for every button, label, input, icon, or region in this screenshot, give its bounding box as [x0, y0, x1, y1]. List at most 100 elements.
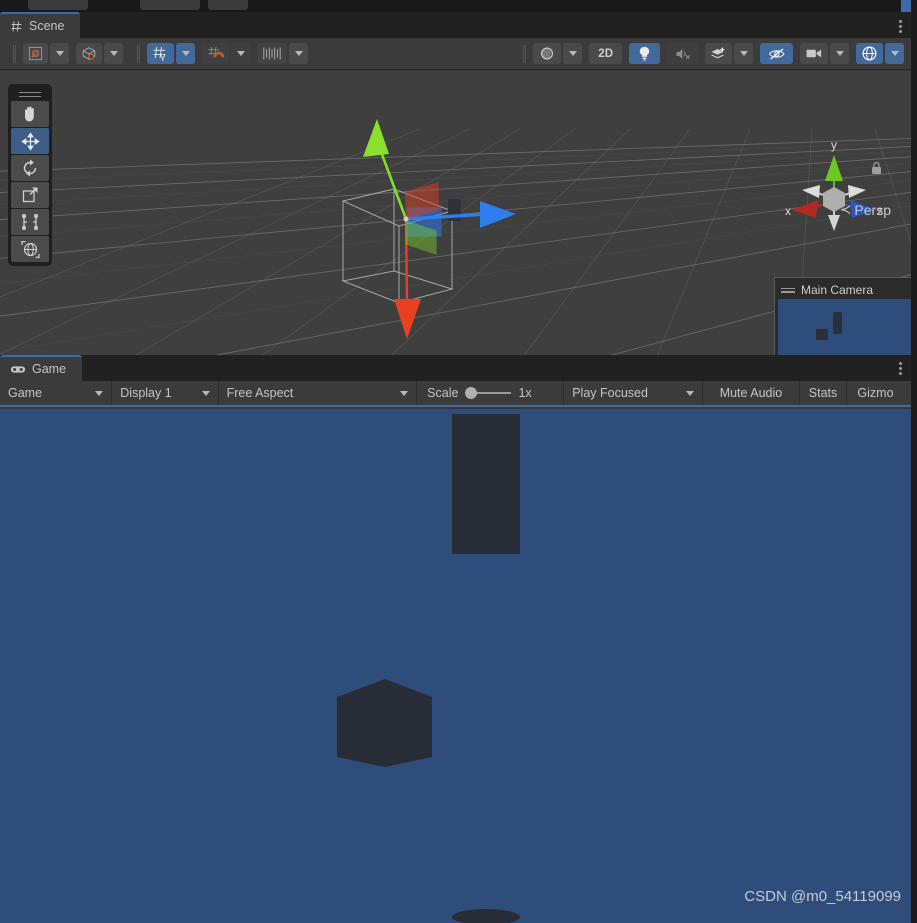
- tab-game-label: Game: [32, 362, 67, 376]
- grid-y-icon: Y: [153, 46, 166, 62]
- grid-snapping-button[interactable]: [202, 43, 229, 64]
- grid-axis-dropdown[interactable]: [176, 43, 195, 64]
- camera-settings-button[interactable]: [800, 43, 828, 64]
- projection-prefix-icon: ≺: [839, 201, 852, 217]
- game-scale-slider[interactable]: [465, 387, 512, 399]
- game-aspect-dropdown[interactable]: Free Aspect: [218, 381, 418, 405]
- layers-fx-icon: [711, 46, 725, 59]
- game-playmode-label: Play Focused: [572, 386, 648, 400]
- game-scale-label: Scale: [427, 386, 459, 400]
- camera-settings-dropdown[interactable]: [830, 43, 849, 64]
- rotate-icon: [23, 159, 37, 177]
- chevron-down-icon: [55, 51, 64, 56]
- move-arrows-icon: [20, 131, 40, 151]
- game-view-mode-label: Game: [8, 386, 43, 400]
- movie-camera-icon: [806, 49, 822, 58]
- rotate-tool[interactable]: [11, 155, 49, 181]
- svg-text:Y: Y: [160, 53, 166, 62]
- scene-panel-menu-button[interactable]: [893, 17, 907, 35]
- gamepad-icon: [10, 365, 26, 373]
- scene-effects-button[interactable]: [705, 43, 732, 64]
- camera-preview-render: [778, 299, 913, 355]
- scene-toolbar: Y 2D: [0, 38, 917, 70]
- handle-rotation-dropdown[interactable]: [104, 43, 123, 64]
- snap-increment-dropdown[interactable]: [289, 43, 308, 64]
- game-display-dropdown[interactable]: Display 1: [112, 381, 219, 405]
- snap-increment-button[interactable]: [257, 43, 287, 64]
- tab-game[interactable]: Game: [0, 355, 83, 381]
- increment-ruler-icon: [263, 47, 281, 60]
- pivot-mode-button[interactable]: [23, 43, 48, 64]
- slider-knob[interactable]: [465, 387, 478, 399]
- rect-transform-icon: [22, 214, 38, 230]
- toolbar-account-button[interactable]: [28, 0, 88, 10]
- game-aspect-label: Free Aspect: [226, 386, 294, 400]
- draw-mode-dropdown[interactable]: [563, 43, 583, 64]
- chevron-down-icon: [739, 51, 748, 56]
- chevron-down-icon: [568, 51, 577, 56]
- chevron-down-icon: [109, 51, 118, 56]
- camera-preview-panel: Main Camera: [774, 277, 917, 355]
- scale-tool[interactable]: [11, 182, 49, 208]
- rect-tool[interactable]: [11, 209, 49, 235]
- tab-scene[interactable]: Scene: [0, 12, 81, 38]
- chevron-down-icon: [400, 390, 409, 396]
- gizmos-dropdown[interactable]: [885, 43, 904, 64]
- move-tool[interactable]: [11, 128, 49, 154]
- svg-text:x: x: [785, 204, 791, 218]
- slider-track: [473, 392, 512, 394]
- chevron-down-icon: [686, 390, 695, 396]
- scene-effects-dropdown[interactable]: [734, 43, 753, 64]
- game-render: [0, 409, 917, 923]
- chevron-down-icon: [835, 51, 844, 56]
- game-viewport[interactable]: CSDN @m0_54119099: [0, 409, 917, 923]
- toolbar-divider-3: [523, 44, 527, 63]
- scene-visibility-button[interactable]: [760, 43, 793, 64]
- chevron-down-icon: [181, 51, 190, 56]
- toolbar-divider-2: [137, 44, 140, 63]
- projection-label[interactable]: ≺ Persp: [840, 201, 891, 218]
- game-gizmos-button[interactable]: Gizmo: [847, 381, 917, 405]
- grid-snapping-dropdown[interactable]: [231, 43, 250, 64]
- undo-icon: ↶: [222, 0, 232, 8]
- game-tab-row: Game: [0, 355, 917, 381]
- speaker-mute-icon: [675, 48, 690, 59]
- gizmos-toggle-button[interactable]: [856, 43, 883, 64]
- scene-viewport[interactable]: y x z ≺ Persp Main Camera: [0, 71, 917, 355]
- game-playmode-dropdown[interactable]: Play Focused: [564, 381, 704, 405]
- handle-rotation-button[interactable]: [76, 43, 102, 64]
- game-scale-control[interactable]: Scale 1x: [417, 381, 565, 405]
- chevron-down-icon: [294, 51, 303, 56]
- game-panel: Game Game Display 1 Free Aspect Scale 1x…: [0, 355, 917, 923]
- game-scale-value: 1x: [518, 386, 532, 400]
- drag-handle-icon[interactable]: [11, 87, 49, 101]
- preview-cylinder: [833, 312, 842, 334]
- transform-tool[interactable]: [11, 236, 49, 262]
- main-toolbar-strip: ↶: [0, 0, 917, 12]
- scene-audio-button[interactable]: [667, 43, 698, 64]
- scene-lighting-button[interactable]: [629, 43, 660, 64]
- chevron-down-icon: [201, 390, 210, 396]
- gizmo-globe-icon: [862, 46, 877, 61]
- transform-globe-icon: [20, 240, 40, 258]
- hand-icon: [25, 106, 34, 122]
- toolbar-cloud-button[interactable]: [140, 0, 200, 10]
- game-mute-audio-button[interactable]: Mute Audio: [703, 381, 800, 405]
- draw-mode-button[interactable]: [533, 43, 562, 64]
- scene-panel: Scene Y 2D y x z ≺ Persp Main Camera: [0, 12, 917, 355]
- grid-axis-button[interactable]: Y: [147, 43, 174, 64]
- toggle-2d-button[interactable]: 2D: [589, 43, 622, 64]
- pivot-mode-dropdown[interactable]: [50, 43, 69, 64]
- csdn-watermark: CSDN @m0_54119099: [744, 888, 901, 905]
- game-toolbar: Game Display 1 Free Aspect Scale 1x Play…: [0, 381, 917, 407]
- grip-lines-icon: [781, 287, 795, 293]
- game-view-mode-dropdown[interactable]: Game: [0, 381, 113, 405]
- game-stats-button[interactable]: Stats: [799, 381, 848, 405]
- magnet-snap-icon: [208, 46, 224, 58]
- game-panel-menu-button[interactable]: [893, 359, 907, 377]
- lightbulb-icon: [639, 46, 650, 61]
- cube-global-icon: [82, 47, 96, 60]
- hand-tool[interactable]: [11, 101, 49, 127]
- projection-mode-text: Persp: [854, 201, 891, 218]
- camera-preview-title: Main Camera: [801, 283, 874, 297]
